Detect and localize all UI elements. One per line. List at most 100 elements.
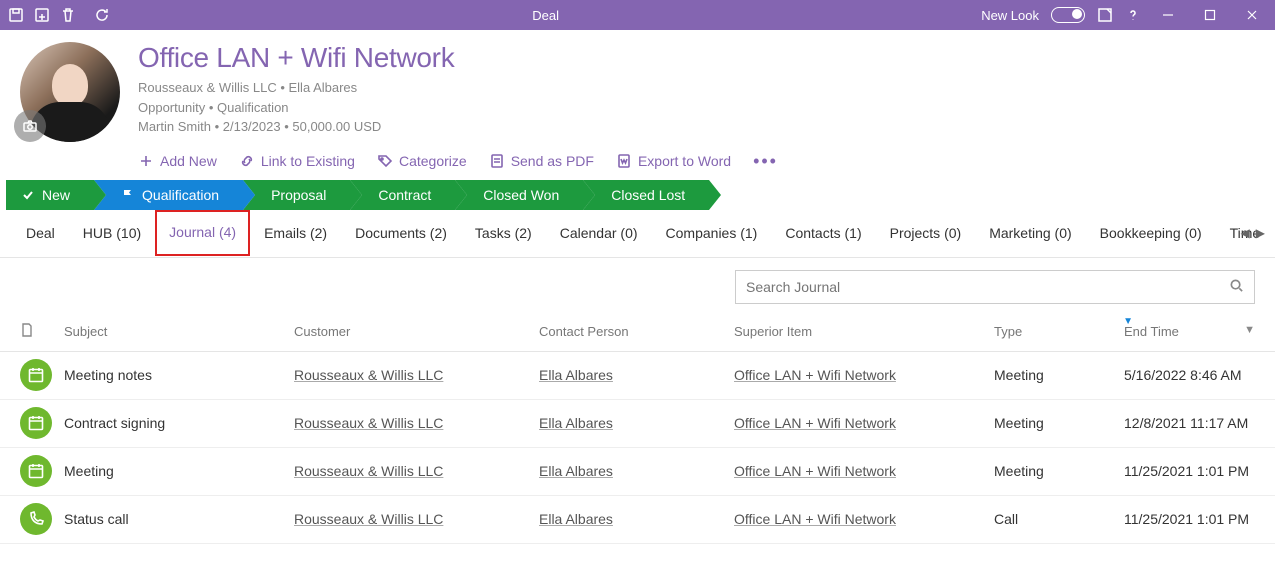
search-box[interactable]: [735, 270, 1255, 304]
help-icon[interactable]: [1125, 7, 1141, 23]
new-look-label: New Look: [981, 8, 1039, 23]
list-toolbar: [0, 258, 1275, 312]
journal-table: Subject Customer Contact Person Superior…: [0, 312, 1275, 544]
col-type[interactable]: Type: [994, 324, 1124, 339]
calendar-icon: [20, 407, 52, 439]
search-icon[interactable]: [1229, 278, 1244, 296]
tab-strip: Deal HUB (10) Journal (4) Emails (2) Doc…: [0, 210, 1275, 258]
table-row[interactable]: Contract signingRousseaux & Willis LLC El…: [0, 400, 1275, 448]
cell-customer-link[interactable]: Rousseaux & Willis LLC: [294, 415, 443, 431]
cell-end-time: 5/16/2022 8:46 AM: [1124, 367, 1255, 383]
save-new-icon[interactable]: [34, 7, 50, 23]
close-button[interactable]: [1237, 0, 1267, 30]
table-row[interactable]: MeetingRousseaux & Willis LLCElla Albare…: [0, 448, 1275, 496]
more-actions-button[interactable]: •••: [753, 151, 778, 172]
tab-marketing[interactable]: Marketing (0): [975, 211, 1085, 255]
change-photo-button[interactable]: [14, 110, 46, 142]
stage-closed-lost[interactable]: Closed Lost: [583, 180, 709, 210]
header-stage-status: Qualification: [217, 100, 289, 115]
customize-icon[interactable]: [1097, 7, 1113, 23]
tab-emails[interactable]: Emails (2): [250, 211, 341, 255]
tab-hub[interactable]: HUB (10): [69, 211, 155, 255]
header-owner: Martin Smith: [138, 119, 211, 134]
col-customer[interactable]: Customer: [294, 324, 539, 339]
cell-contact-link[interactable]: Ella Albares: [539, 415, 613, 431]
cell-subject: Contract signing: [64, 415, 294, 431]
cell-subject: Meeting: [64, 463, 294, 479]
link-existing-button[interactable]: Link to Existing: [239, 153, 355, 169]
tab-companies[interactable]: Companies (1): [652, 211, 772, 255]
new-look-toggle[interactable]: [1051, 7, 1085, 23]
cell-contact-link[interactable]: Ella Albares: [539, 367, 613, 383]
cell-type: Meeting: [994, 367, 1124, 383]
cell-end-time: 11/25/2021 1:01 PM: [1124, 511, 1255, 527]
cell-end-time: 12/8/2021 11:17 AM: [1124, 415, 1255, 431]
col-subject[interactable]: Subject: [64, 324, 294, 339]
record-subtitle: Rousseaux & Willis LLC • Ella Albares Op…: [138, 78, 1255, 137]
calendar-icon: [20, 455, 52, 487]
header-amount: 50,000.00 USD: [292, 119, 381, 134]
tab-tasks[interactable]: Tasks (2): [461, 211, 546, 255]
cell-contact-link[interactable]: Ella Albares: [539, 463, 613, 479]
cell-superior-link[interactable]: Office LAN + Wifi Network: [734, 463, 896, 479]
tab-calendar[interactable]: Calendar (0): [546, 211, 652, 255]
check-icon: [22, 189, 34, 201]
categorize-button[interactable]: Categorize: [377, 153, 467, 169]
cell-customer-link[interactable]: Rousseaux & Willis LLC: [294, 367, 443, 383]
stage-proposal[interactable]: Proposal: [243, 180, 350, 210]
refresh-icon[interactable]: [94, 7, 110, 23]
stage-closed-won[interactable]: Closed Won: [455, 180, 583, 210]
flag-icon: [122, 189, 134, 201]
cell-superior-link[interactable]: Office LAN + Wifi Network: [734, 415, 896, 431]
tab-scroll-right[interactable]: ▶: [1256, 226, 1265, 240]
col-contact[interactable]: Contact Person: [539, 324, 734, 339]
sort-desc-icon: ▼: [1244, 324, 1255, 336]
send-pdf-button[interactable]: Send as PDF: [489, 153, 594, 169]
stage-contract[interactable]: Contract: [350, 180, 455, 210]
tab-scroll-left[interactable]: ◀: [1241, 226, 1250, 240]
table-row[interactable]: Status callRousseaux & Willis LLC Ella Al…: [0, 496, 1275, 544]
tab-deal[interactable]: Deal: [12, 211, 69, 255]
tab-projects[interactable]: Projects (0): [876, 211, 976, 255]
tab-bookkeeping[interactable]: Bookkeeping (0): [1086, 211, 1216, 255]
cell-superior-link[interactable]: Office LAN + Wifi Network: [734, 367, 896, 383]
cell-contact-link[interactable]: Ella Albares: [539, 511, 613, 527]
cell-subject: Status call: [64, 511, 294, 527]
titlebar: Deal New Look: [0, 0, 1275, 30]
cell-subject: Meeting notes: [64, 367, 294, 383]
tab-contacts[interactable]: Contacts (1): [771, 211, 875, 255]
stage-bar: New Qualification Proposal Contract Clos…: [0, 180, 1275, 210]
export-word-button[interactable]: Export to Word: [616, 153, 731, 169]
maximize-button[interactable]: [1195, 0, 1225, 30]
col-superior[interactable]: Superior Item: [734, 324, 994, 339]
cell-superior-link[interactable]: Office LAN + Wifi Network: [734, 511, 896, 527]
tab-documents[interactable]: Documents (2): [341, 211, 461, 255]
record-title: Office LAN + Wifi Network: [138, 42, 1255, 74]
search-input[interactable]: [746, 279, 1229, 295]
cell-customer-link[interactable]: Rousseaux & Willis LLC: [294, 463, 443, 479]
cell-end-time: 11/25/2021 1:01 PM: [1124, 463, 1255, 479]
phone-icon: [20, 503, 52, 535]
header-stage: Opportunity: [138, 100, 205, 115]
header-contact: Ella Albares: [289, 80, 358, 95]
header-date: 2/13/2023: [223, 119, 281, 134]
cell-customer-link[interactable]: Rousseaux & Willis LLC: [294, 511, 443, 527]
table-row[interactable]: Meeting notesRousseaux & Willis LLC Ella …: [0, 352, 1275, 400]
record-header: Office LAN + Wifi Network Rousseaux & Wi…: [0, 30, 1275, 180]
calendar-icon: [20, 359, 52, 391]
cell-type: Meeting: [994, 463, 1124, 479]
stage-qualification[interactable]: Qualification: [94, 180, 243, 210]
col-end-time[interactable]: ▼End Time▼: [1124, 324, 1255, 339]
save-icon[interactable]: [8, 7, 24, 23]
filter-indicator-icon: ▼: [1123, 316, 1133, 327]
window-title: Deal: [110, 8, 981, 23]
header-company: Rousseaux & Willis LLC: [138, 80, 277, 95]
cell-type: Meeting: [994, 415, 1124, 431]
cell-type: Call: [994, 511, 1124, 527]
tab-journal[interactable]: Journal (4): [155, 210, 250, 256]
stage-new[interactable]: New: [6, 180, 94, 210]
add-new-button[interactable]: Add New: [138, 153, 217, 169]
minimize-button[interactable]: [1153, 0, 1183, 30]
table-header: Subject Customer Contact Person Superior…: [0, 312, 1275, 352]
delete-icon[interactable]: [60, 7, 76, 23]
